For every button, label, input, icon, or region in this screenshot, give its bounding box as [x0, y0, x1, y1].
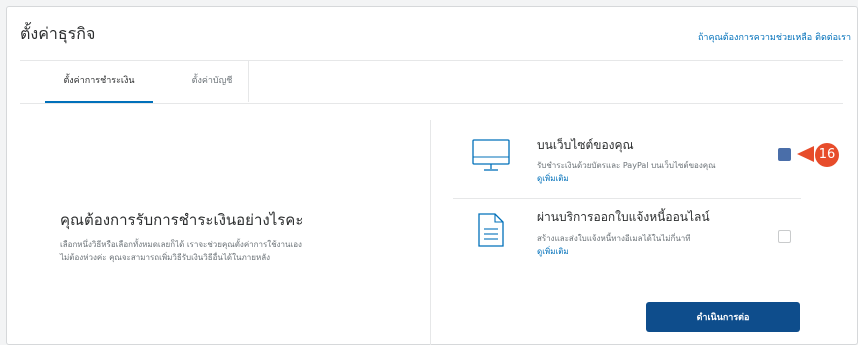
option-website-description: รับชำระเงินด้วยบัตรและ PayPal บนเว็บไซต์…: [537, 161, 716, 170]
option-invoice-more-link[interactable]: ดูเพิ่มเติม: [537, 245, 569, 258]
help-text: ถ้าคุณต้องการความช่วยเหลือ: [697, 33, 813, 43]
tab-account-settings[interactable]: ตั้งค่าบัญชี: [176, 61, 249, 102]
header: ตั้งค่าธุรกิจ ถ้าคุณต้องการความช่วยเหลือ…: [7, 7, 857, 57]
option-website-more-link[interactable]: ดูเพิ่มเติม: [537, 172, 569, 185]
settings-tabs: ตั้งค่าการชำระเงิน ตั้งค่าบัญชี: [20, 60, 843, 104]
annotation-arrow: [797, 146, 814, 162]
option-invoice-description: สร้างและส่งใบแจ้งหนี้ทางอีเมลได้ในไม่กี่…: [537, 234, 691, 243]
website-checkbox[interactable]: [778, 148, 791, 161]
payment-explanation: เลือกหนึ่งวิธีหรือเลือกทั้งหมดเลยก็ได้ เ…: [60, 238, 302, 264]
document-icon: [477, 212, 505, 252]
invoice-checkbox[interactable]: [778, 230, 791, 243]
option-website[interactable]: บนเว็บไซต์ของคุณ รับชำระเงินด้วยบัตรและ …: [453, 125, 793, 205]
option-website-title: บนเว็บไซต์ของคุณ: [537, 138, 634, 152]
page-title: ตั้งค่าธุรกิจ: [20, 24, 96, 43]
explain-line-1: เลือกหนึ่งวิธีหรือเลือกทั้งหมดเลยก็ได้ เ…: [60, 240, 302, 249]
option-invoice-title: ผ่านบริการออกใบแจ้งหนี้ออนไลน์: [537, 210, 710, 224]
option-invoice[interactable]: ผ่านบริการออกใบแจ้งหนี้ออนไลน์ สร้างและส…: [453, 198, 793, 278]
vertical-divider: [430, 120, 431, 345]
tab-payment-settings[interactable]: ตั้งค่าการชำระเงิน: [45, 61, 153, 103]
step-number-badge: 16: [815, 143, 839, 167]
payment-question: คุณต้องการรับการชำระเงินอย่างไรคะ: [60, 211, 304, 229]
help-area: ถ้าคุณต้องการความช่วยเหลือ ติดต่อเรา: [698, 30, 851, 44]
continue-button[interactable]: ดำเนินการต่อ: [646, 302, 800, 332]
contact-us-link[interactable]: ติดต่อเรา: [815, 33, 851, 43]
explain-line-2: ไม่ต้องห่วงค่ะ คุณจะสามารถเพิ่มวิธีรับเง…: [60, 253, 271, 262]
monitor-icon: [471, 137, 511, 177]
